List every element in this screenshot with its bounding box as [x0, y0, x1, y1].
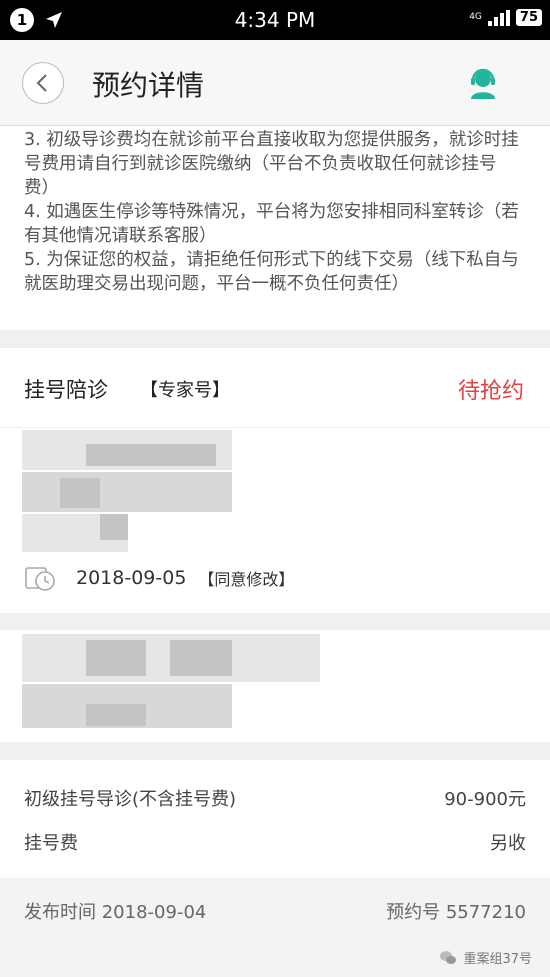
clock: 4:34 PM [234, 8, 316, 32]
appointment-date-row: 2018-09-05 【同意修改】 [24, 564, 294, 592]
watermark: 重案组37号 [439, 948, 532, 967]
status-badge: 待抢约 [457, 379, 524, 404]
nav-bar: 预约详情 [0, 40, 550, 126]
wechat-icon [440, 950, 457, 964]
fee-section: 初级挂号导诊(不含挂号费) 90-900元 挂号费 另收 [0, 760, 550, 878]
notice-line-4: 4. 如遇医生停诊等特殊情况，平台将为您安排相同科室转诊（若有其他情况请联系客服… [24, 202, 519, 246]
publish-time-label: 发布时间 [24, 902, 96, 923]
registration-fee-label: 挂号费 [24, 833, 78, 854]
back-button[interactable] [22, 62, 64, 104]
service-name: 挂号陪诊 [24, 378, 108, 402]
order-number-value: 5577210 [445, 902, 526, 923]
customer-service-icon[interactable] [466, 66, 500, 100]
signal-icon [487, 9, 510, 26]
footer: 发布时间 2018-09-04 预约号 5577210 重案组37号 [0, 878, 550, 977]
appointment-date: 2018-09-05 [76, 567, 187, 589]
agree-modify-tag: 【同意修改】 [198, 570, 295, 589]
page-title: 预约详情 [92, 69, 205, 102]
service-tag: 【专家号】 [140, 380, 230, 401]
network-type: 4G [469, 12, 482, 22]
patient-info-card [0, 630, 550, 742]
clock-icon [25, 567, 55, 591]
status-bar: 1 4:34 PM 4G 75 [0, 0, 550, 40]
order-number: 预约号 5577210 [386, 898, 526, 924]
registration-fee-value: 另收 [490, 833, 526, 854]
notice-line-5: 5. 为保证您的权益，请拒绝任何形式下的线下交易（线下私自与就医助理交易出现问题… [24, 250, 519, 294]
chevron-left-icon [36, 74, 47, 92]
watermark-text: 重案组37号 [463, 952, 532, 967]
guide-fee-row: 初级挂号导诊(不含挂号费) 90-900元 [24, 778, 526, 818]
registration-fee-row: 挂号费 另收 [24, 822, 526, 862]
appointment-header: 挂号陪诊 【专家号】 待抢约 [0, 348, 550, 428]
publish-time: 发布时间 2018-09-04 [24, 898, 206, 924]
appointment-card[interactable]: 挂号陪诊 【专家号】 待抢约 2018-09-05 【同意修改】 [0, 348, 550, 613]
notice-section: 3. 初级导诊费均在就诊前平台直接收取为您提供服务，就诊时挂号费用请自行到就诊医… [0, 126, 550, 330]
order-number-label: 预约号 [386, 902, 441, 923]
publish-time-value: 2018-09-04 [101, 902, 207, 923]
notice-line-3: 3. 初级导诊费均在就诊前平台直接收取为您提供服务，就诊时挂号费用请自行到就诊医… [24, 130, 519, 198]
battery-level: 75 [515, 9, 542, 26]
guide-fee-value: 90-900元 [444, 789, 526, 810]
guide-fee-label: 初级挂号导诊(不含挂号费) [24, 789, 237, 810]
